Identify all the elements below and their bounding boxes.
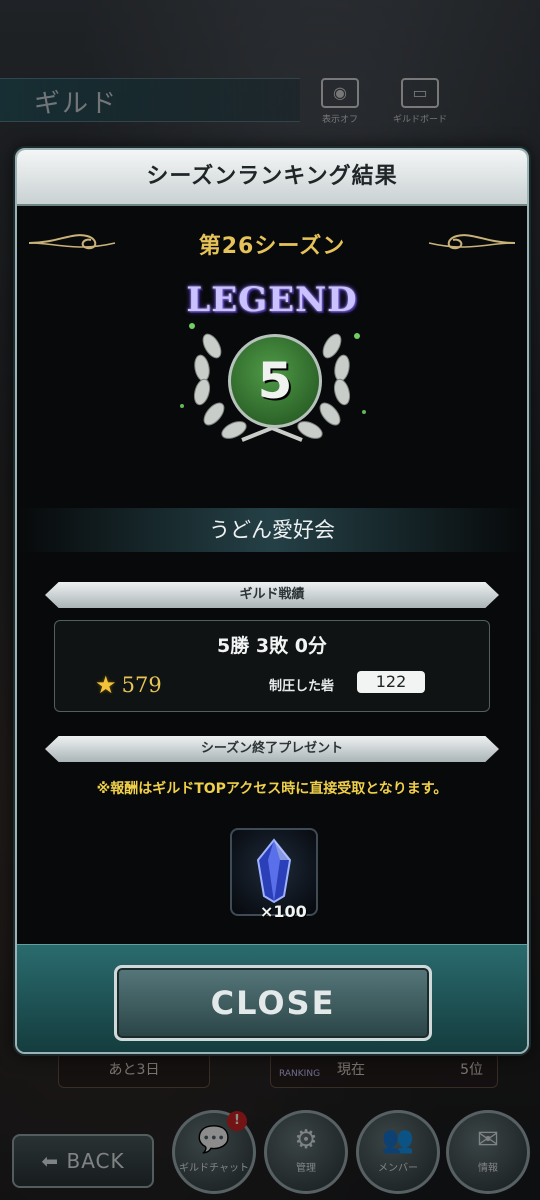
legend-tier-label: LEGEND <box>186 280 358 320</box>
guild-points: ★ 579 <box>95 671 162 699</box>
crystal-icon <box>256 838 292 904</box>
captured-forts-value: 122 <box>357 671 425 693</box>
guild-record-section-header: ギルド戦績 <box>45 582 499 608</box>
star-icon: ★ <box>95 671 117 699</box>
reward-notice: ※報酬はギルドTOPアクセス時に直接受取となります。 <box>96 781 448 797</box>
modal-title: シーズンランキング結果 <box>17 150 527 206</box>
rank-number: 5 <box>228 334 322 428</box>
right-flourish-ornament <box>428 234 516 250</box>
season-present-section-header: シーズン終了プレゼント <box>45 736 499 762</box>
close-button[interactable]: CLOSE <box>114 965 432 1041</box>
guild-name: うどん愛好会 <box>17 508 527 552</box>
points-value: 579 <box>121 673 162 697</box>
captured-forts-label: 制圧した砦 <box>269 679 335 694</box>
modal-footer: CLOSE <box>17 944 527 1052</box>
win-loss-draw-record: 5勝 3敗 0分 <box>217 635 327 657</box>
season-result-modal: シーズンランキング結果 第26シーズン LEGEND 5 うどん愛好会 ギルド戦… <box>15 148 529 1054</box>
reward-quantity: ×100 <box>260 902 307 921</box>
guild-record-panel: 5勝 3敗 0分 ★ 579 制圧した砦 122 <box>54 620 490 712</box>
legend-rank-emblem: LEGEND 5 <box>172 276 372 456</box>
